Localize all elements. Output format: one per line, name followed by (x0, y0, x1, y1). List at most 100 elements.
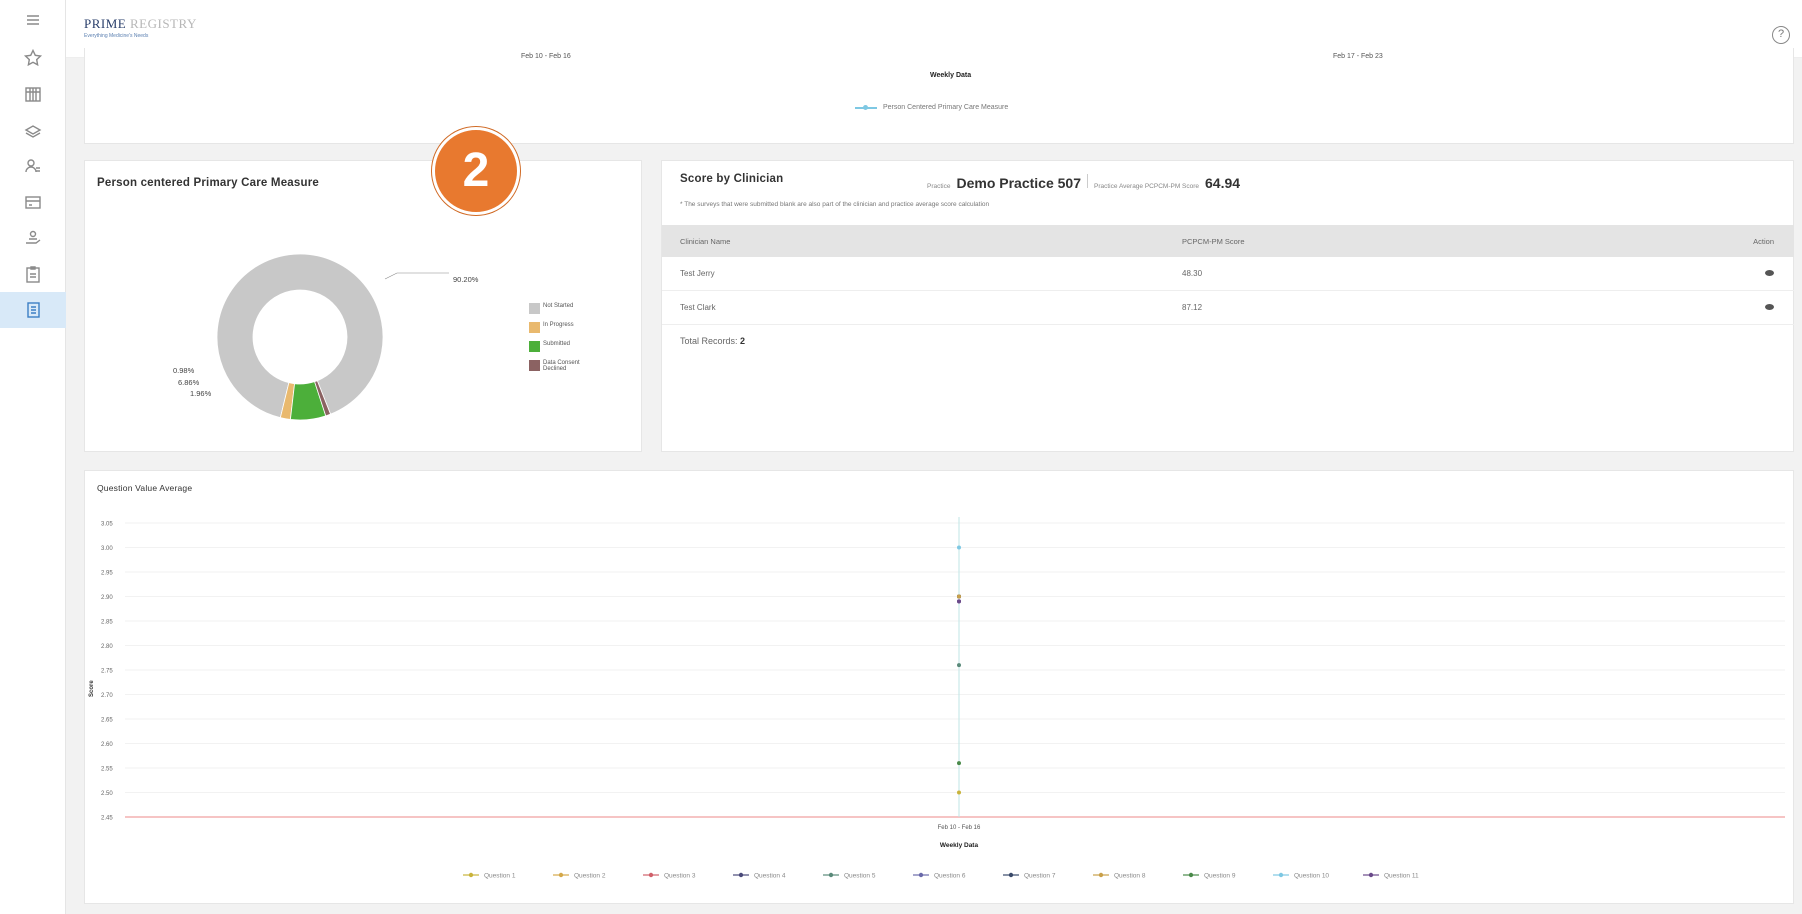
legend-label[interactable]: Question 6 (934, 873, 966, 880)
card-icon[interactable] (0, 184, 66, 220)
legend-label: Person Centered Primary Care Measure (883, 104, 1009, 111)
legend-dot-marker (828, 872, 834, 878)
table-row: Test Jerry 48.30 (662, 257, 1794, 291)
total-records-label: Total Records: (680, 336, 738, 346)
logo[interactable]: PRIME REGISTRY Everything Medicine's Nee… (84, 16, 197, 39)
practice-label: Practice (927, 183, 951, 190)
brand-tagline: Everything Medicine's Needs (84, 33, 149, 39)
table-header: Clinician Name PCPCM-PM Score Action (662, 225, 1794, 257)
legend-label[interactable]: Question 11 (1384, 873, 1419, 880)
practice-name: Demo Practice 507 (956, 175, 1082, 191)
legend-label[interactable]: Question 3 (664, 873, 696, 880)
legend-label: Data Consent Declined (543, 360, 580, 372)
legend-label[interactable]: Question 7 (1024, 873, 1056, 880)
chart-legend-item[interactable]: Person Centered Primary Care Measure (855, 104, 1008, 111)
legend-label[interactable]: Question 1 (484, 873, 516, 880)
hand-user-icon[interactable] (0, 220, 66, 256)
legend-dot-marker (1368, 872, 1374, 878)
calendar-grid-icon[interactable] (0, 76, 66, 112)
legend-swatch (529, 341, 540, 352)
legend-label[interactable]: Question 10 (1294, 873, 1329, 880)
card-title: Score by Clinician (680, 173, 784, 185)
total-records: Total Records: 2 (680, 336, 745, 346)
score-by-clinician-card: Score by Clinician Practice Demo Practic… (661, 160, 1794, 452)
menu-icon[interactable] (0, 0, 66, 40)
legend-dot-marker (1188, 872, 1194, 878)
stack-icon[interactable] (0, 112, 66, 148)
y-tick-label: 2.75 (101, 669, 113, 675)
clipboard-icon[interactable] (0, 256, 66, 292)
column-header-score[interactable]: PCPCM-PM Score (1182, 237, 1734, 246)
y-tick-label: 2.70 (101, 693, 113, 699)
x-axis-label: Weekly Data (940, 842, 979, 849)
legend-swatch (529, 360, 540, 371)
legend-swatch (529, 322, 540, 333)
clinician-name: Test Jerry (680, 269, 715, 278)
legend-item[interactable]: Data Consent Declined (529, 360, 585, 372)
legend-dot-marker (468, 872, 474, 878)
legend-label: In Progress (543, 322, 574, 328)
legend-label[interactable]: Question 9 (1204, 873, 1236, 880)
data-point[interactable] (957, 663, 961, 668)
column-header-action: Action (1753, 236, 1774, 246)
legend-line-marker (855, 104, 877, 110)
legend-item[interactable]: Submitted (529, 341, 585, 352)
legend-item[interactable]: In Progress (529, 322, 585, 333)
legend-dot-marker (1008, 872, 1014, 878)
clinician-score: 48.30 (1182, 269, 1203, 278)
legend-label: Submitted (543, 341, 571, 347)
legend-label[interactable]: Question 8 (1114, 873, 1146, 880)
legend-label[interactable]: Question 4 (754, 873, 786, 880)
question-circle-icon[interactable]: ? (1772, 26, 1790, 44)
y-axis-label: Score (89, 680, 95, 697)
data-point[interactable] (957, 599, 961, 604)
legend-item[interactable]: Not Started (529, 303, 585, 314)
x-tick-right: Feb 17 - Feb 23 (1333, 53, 1383, 60)
users-icon[interactable] (0, 148, 66, 184)
y-tick-label: 2.55 (101, 767, 113, 773)
y-tick-label: 2.90 (101, 595, 113, 601)
practice-summary: Practice Demo Practice 507 Practice Aver… (927, 174, 1240, 191)
data-point[interactable] (957, 790, 961, 795)
y-tick-label: 2.65 (101, 718, 113, 724)
column-header-clinician-name[interactable]: Clinician Name (662, 237, 1182, 246)
slice-value-label: 1.96% (190, 389, 212, 398)
total-records-value: 2 (740, 336, 746, 346)
table-row: Test Clark 87.12 (662, 291, 1794, 325)
view-eye-icon[interactable] (1765, 304, 1774, 310)
brand-suffix: REGISTRY (129, 16, 197, 31)
data-point[interactable] (957, 594, 961, 599)
slice-value-label: 6.86% (178, 378, 200, 387)
legend-label[interactable]: Question 2 (574, 873, 606, 880)
legend-dot-marker (558, 872, 564, 878)
legend-dot-marker (918, 872, 924, 878)
data-point[interactable] (957, 761, 961, 766)
legend-dot-marker (1278, 872, 1284, 878)
question-value-average-card: Question Value Average 3.05 3.00 2.95 2.90 2… (84, 470, 1794, 904)
legend-label[interactable]: Question 5 (844, 873, 876, 880)
y-tick-label: 2.80 (101, 644, 113, 650)
donut-legend: Not Started In Progress Submitted Data Cons… (529, 303, 585, 380)
y-tick-label: 2.45 (101, 816, 113, 822)
average-score-value: 64.94 (1205, 175, 1241, 191)
y-tick-label: 3.00 (101, 546, 113, 552)
clinician-table: Clinician Name PCPCM-PM Score Action Tes… (662, 225, 1794, 325)
average-score-label: Practice Average PCPCM-PM Score (1094, 183, 1200, 190)
x-tick-left: Feb 10 - Feb 16 (521, 53, 571, 60)
report-icon[interactable] (0, 292, 66, 328)
star-icon[interactable] (0, 40, 66, 76)
top-trend-chart: Feb 10 - Feb 16 Feb 17 - Feb 23 Weekly D… (84, 48, 1794, 144)
x-tick-label: Feb 10 - Feb 16 (938, 825, 981, 831)
slice-value-label: 0.98% (173, 366, 195, 375)
legend-swatch (529, 303, 540, 314)
pcpcm-status-card: Person centered Primary Care Measure 90.… (84, 160, 642, 452)
y-tick-label: 2.50 (101, 791, 113, 797)
calculation-note: * The surveys that were submitted blank … (680, 201, 990, 208)
x-axis-label: Weekly Data (930, 72, 972, 79)
view-eye-icon[interactable] (1765, 270, 1774, 276)
data-point[interactable] (957, 545, 961, 550)
clinician-score: 87.12 (1182, 303, 1203, 312)
legend-dot-marker (738, 872, 744, 878)
brand-name: PRIME (84, 16, 127, 31)
y-tick-label: 2.85 (101, 620, 113, 626)
